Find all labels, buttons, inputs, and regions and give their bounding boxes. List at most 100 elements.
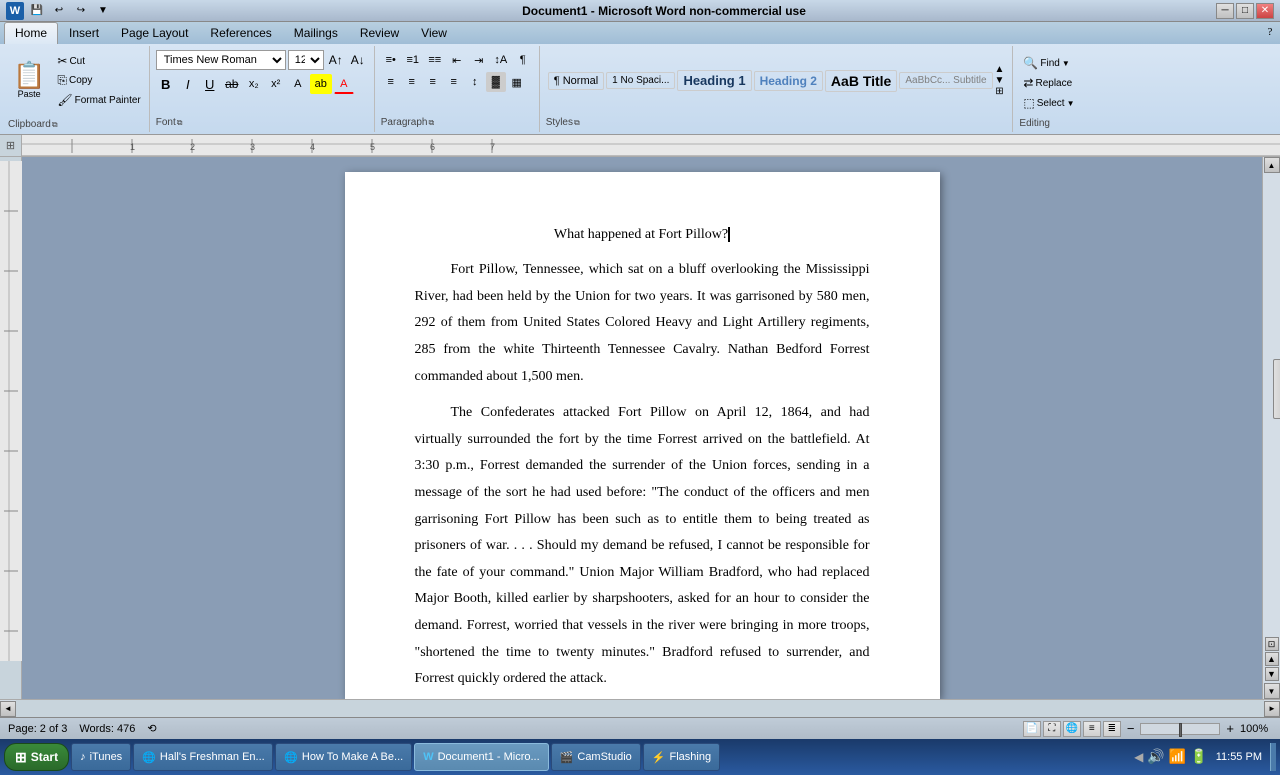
font-expand-icon[interactable]: ⧉	[177, 118, 183, 128]
ribbon-help-btn[interactable]: ?	[1260, 22, 1280, 42]
word-taskbar-icon: W	[423, 751, 433, 763]
bold-button[interactable]: B	[156, 74, 176, 94]
increase-indent-btn[interactable]: ⇥	[469, 50, 489, 70]
copy-button[interactable]: ⎘ Copy	[53, 71, 144, 90]
text-effects-button[interactable]: A	[288, 74, 308, 94]
font-name-select[interactable]: Times New Roman	[156, 50, 286, 70]
styles-arrow-up[interactable]: ▲	[995, 64, 1005, 75]
find-button[interactable]: 🔍 Find ▼	[1019, 54, 1078, 72]
taskbar-halls[interactable]: 🌐 Hall's Freshman En...	[133, 743, 273, 771]
scroll-down-button[interactable]: ▼	[1264, 683, 1280, 699]
style-no-spacing[interactable]: 1 No Spaci...	[606, 72, 675, 89]
font-size-select[interactable]: 12	[288, 50, 324, 70]
shading-btn[interactable]: ▓	[486, 72, 506, 92]
tab-page-layout[interactable]: Page Layout	[110, 22, 199, 44]
styles-expand-icon[interactable]: ⊞	[995, 86, 1003, 97]
battery-icon[interactable]: 🔋	[1190, 749, 1207, 766]
change-styles-btn[interactable]: ▲ ▼ ⊞	[995, 64, 1005, 97]
taskbar-howto[interactable]: 🌐 How To Make A Be...	[275, 743, 412, 771]
underline-button[interactable]: U	[200, 74, 220, 94]
paragraph-expand-icon[interactable]: ⧉	[428, 118, 434, 128]
multilevel-btn[interactable]: ≡≡	[425, 50, 445, 70]
camstudio-icon: 🎬	[560, 751, 574, 764]
taskbar-camstudio[interactable]: 🎬 CamStudio	[551, 743, 641, 771]
align-right-btn[interactable]: ≡	[423, 72, 443, 92]
style-normal[interactable]: ¶ Normal	[548, 72, 604, 90]
select-dropdown-icon[interactable]: ▼	[1067, 99, 1075, 108]
style-title[interactable]: AaB Title	[825, 70, 897, 92]
undo-quick-btn[interactable]: ↩	[50, 2, 68, 20]
cut-button[interactable]: ✂ Cut	[53, 52, 144, 70]
track-changes-icon[interactable]: ⟲	[147, 722, 156, 735]
line-spacing-btn[interactable]: ↕	[465, 72, 485, 92]
paste-button[interactable]: 📋 Paste	[8, 60, 50, 102]
font-grow-btn[interactable]: A↑	[326, 50, 346, 70]
network-icon[interactable]: 📶	[1169, 749, 1186, 766]
zoom-plus[interactable]: +	[1226, 721, 1234, 736]
vertical-scrollbar: ▲ ⊡ ▲ ▼ ▼	[1262, 157, 1280, 699]
prev-page-btn[interactable]: ▲	[1265, 652, 1279, 666]
tab-insert[interactable]: Insert	[58, 22, 110, 44]
styles-expand-icon2[interactable]: ⧉	[574, 118, 580, 128]
font-color-btn[interactable]: A	[334, 74, 354, 94]
close-button[interactable]: ✕	[1256, 3, 1274, 19]
zoom-slider-thumb[interactable]	[1179, 723, 1182, 737]
style-heading1[interactable]: Heading 1	[677, 70, 751, 91]
full-screen-btn[interactable]: ⛶	[1043, 721, 1061, 737]
scroll-up-button[interactable]: ▲	[1264, 157, 1280, 173]
sort-btn[interactable]: ↕A	[491, 50, 511, 70]
replace-button[interactable]: ⇄ Replace	[1019, 74, 1078, 92]
volume-icon[interactable]: 🔊	[1147, 749, 1164, 766]
tab-view[interactable]: View	[410, 22, 458, 44]
document-page[interactable]: What happened at Fort Pillow? Fort Pillo…	[345, 172, 940, 699]
taskbar-itunes[interactable]: ♪ iTunes	[71, 743, 131, 771]
h-scroll-right-button[interactable]: ►	[1264, 701, 1280, 717]
align-left-btn[interactable]: ≡	[381, 72, 401, 92]
highlight-btn[interactable]: ab	[310, 74, 332, 94]
style-subtitle[interactable]: AaBbCc... Subtitle	[899, 72, 992, 89]
borders-btn[interactable]: ▦	[507, 72, 527, 92]
superscript-button[interactable]: x²	[266, 74, 286, 94]
style-heading2[interactable]: Heading 2	[754, 71, 823, 91]
start-button[interactable]: ⊞ Start	[4, 743, 69, 771]
tab-references[interactable]: References	[199, 22, 282, 44]
redo-quick-btn[interactable]: ↪	[72, 2, 90, 20]
zoom-minus[interactable]: −	[1127, 721, 1135, 736]
print-layout-btn[interactable]: 📄	[1023, 721, 1041, 737]
format-painter-button[interactable]: 🖌 Format Painter	[53, 91, 144, 109]
zoom-slider[interactable]	[1140, 723, 1220, 735]
show-desktop-btn[interactable]	[1270, 743, 1276, 771]
strikethrough-button[interactable]: ab	[222, 74, 242, 94]
taskbar-document1[interactable]: W Document1 - Micro...	[414, 743, 548, 771]
clipboard-expand-icon[interactable]: ⧉	[52, 120, 58, 130]
justify-btn[interactable]: ≡	[444, 72, 464, 92]
outline-btn[interactable]: ≡	[1083, 721, 1101, 737]
save-quick-btn[interactable]: 💾	[28, 2, 46, 20]
subscript-button[interactable]: x₂	[244, 74, 264, 94]
view-full-page-btn[interactable]: ⊡	[1265, 637, 1279, 651]
tab-home[interactable]: Home	[4, 22, 58, 44]
find-dropdown-icon[interactable]: ▼	[1062, 59, 1070, 68]
h-scroll-left-button[interactable]: ◄	[0, 701, 16, 717]
next-page-btn[interactable]: ▼	[1265, 667, 1279, 681]
styles-arrow-down[interactable]: ▼	[995, 75, 1005, 86]
format-painter-icon: 🖌	[57, 93, 72, 107]
draft-btn[interactable]: ≣	[1103, 721, 1121, 737]
numbering-btn[interactable]: ≡1	[403, 50, 423, 70]
ribbon: Home Insert Page Layout References Maili…	[0, 22, 1280, 135]
web-layout-btn[interactable]: 🌐	[1063, 721, 1081, 737]
show-formatting-btn[interactable]: ¶	[513, 50, 533, 70]
quick-access-dropdown[interactable]: ▼	[94, 2, 112, 20]
bullets-btn[interactable]: ≡•	[381, 50, 401, 70]
maximize-button[interactable]: □	[1236, 3, 1254, 19]
align-center-btn[interactable]: ≡	[402, 72, 422, 92]
select-button[interactable]: ⬚ Select ▼	[1019, 94, 1078, 112]
italic-button[interactable]: I	[178, 74, 198, 94]
taskbar-flashing[interactable]: ⚡ Flashing	[643, 743, 720, 771]
scroll-thumb[interactable]	[1273, 359, 1280, 419]
tab-review[interactable]: Review	[349, 22, 410, 44]
tab-mailings[interactable]: Mailings	[283, 22, 349, 44]
decrease-indent-btn[interactable]: ⇤	[447, 50, 467, 70]
font-shrink-btn[interactable]: A↓	[348, 50, 368, 70]
minimize-button[interactable]: ─	[1216, 3, 1234, 19]
